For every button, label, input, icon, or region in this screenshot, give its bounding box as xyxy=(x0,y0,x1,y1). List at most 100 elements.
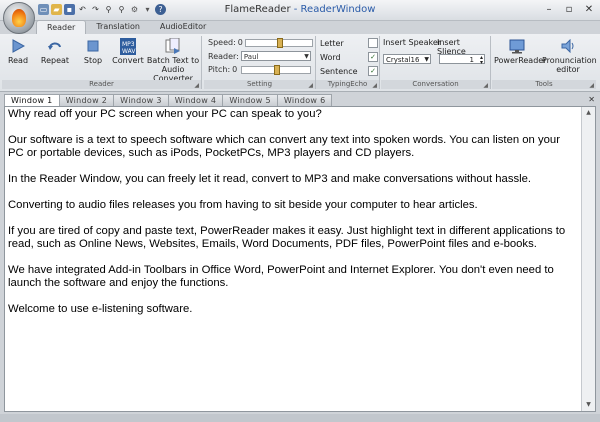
title-separator: - xyxy=(290,4,301,15)
powerreader-label: PowerReader xyxy=(494,56,547,65)
doc-tab-window-1[interactable]: Window 1 xyxy=(4,94,60,106)
word-label: Word xyxy=(320,52,341,62)
paragraph: Our software is a text to speech softwar… xyxy=(8,134,560,159)
speaker-select-value: Crystal16 xyxy=(386,56,420,64)
doc-tab-window-3[interactable]: Window 3 xyxy=(113,94,169,106)
repeat-label: Repeat xyxy=(40,56,70,65)
pitch-slider-thumb[interactable] xyxy=(274,64,281,75)
pitch-value: 0 xyxy=(232,65,238,74)
tools-group: PowerReader Pronunciation editor Tools ◢ xyxy=(492,36,597,90)
repeat-icon xyxy=(47,38,63,54)
reader-row: Reader: Paul ▼ xyxy=(208,51,311,61)
speed-label: Speed: xyxy=(208,38,236,47)
reader-select[interactable]: Paul ▼ xyxy=(240,51,311,61)
paragraph: We have integrated Add-in Toolbars in Of… xyxy=(8,264,554,289)
speed-row: Speed: 0 xyxy=(208,37,313,48)
sentence-option[interactable]: Sentence ✓ xyxy=(320,66,378,76)
insert-speaker-label: Insert Speaker xyxy=(383,38,442,47)
dialog-launcher-icon[interactable]: ◢ xyxy=(194,81,199,90)
reader-group: Read Repeat Stop MP3 WAV Convert Batch Te… xyxy=(2,36,202,89)
app-name: FlameReader xyxy=(224,4,291,15)
read-label: Read xyxy=(7,56,29,65)
pronunciation-editor-button[interactable]: Pronunciation editor xyxy=(542,36,597,74)
pronunciation-label-line2: editor xyxy=(556,65,580,74)
reader-group-title: Reader ◢ xyxy=(2,80,201,89)
batch-documents-icon xyxy=(165,38,181,54)
dialog-launcher-icon[interactable]: ◢ xyxy=(308,81,313,90)
mp3-wav-icon: MP3 WAV xyxy=(120,37,136,55)
speed-value: 0 xyxy=(237,38,243,47)
play-icon xyxy=(10,38,26,54)
setting-group: Speed: 0 Reader: Paul ▼ Pitch: 0 Setting… xyxy=(204,36,316,89)
letter-label: Letter xyxy=(320,38,344,48)
window-name: ReaderWindow xyxy=(300,4,376,15)
sentence-label: Sentence xyxy=(320,66,358,76)
paragraph: Why read off your PC screen when your PC… xyxy=(8,108,322,120)
ribbon: Read Repeat Stop MP3 WAV Convert Batch Te… xyxy=(0,34,600,92)
svg-text:WAV: WAV xyxy=(122,48,136,55)
speed-slider[interactable] xyxy=(244,37,313,48)
dialog-launcher-icon[interactable]: ◢ xyxy=(372,81,377,90)
pitch-row: Pitch: 0 xyxy=(208,64,312,75)
dialog-launcher-icon[interactable]: ◢ xyxy=(589,81,594,90)
stop-button[interactable]: Stop xyxy=(80,36,106,65)
powerreader-button[interactable]: PowerReader xyxy=(494,36,547,65)
chevron-down-icon: ▼ xyxy=(304,53,309,60)
repeat-button[interactable]: Repeat xyxy=(38,36,72,65)
close-icon[interactable]: ✕ xyxy=(582,3,596,16)
speaker-select[interactable]: Crystal16 ▼ xyxy=(383,54,431,64)
doc-tab-window-2[interactable]: Window 2 xyxy=(58,94,115,106)
conversation-group: Insert Speaker Insert Slience Crystal16 … xyxy=(381,36,491,89)
sentence-checkbox[interactable]: ✓ xyxy=(368,66,378,76)
scroll-up-icon[interactable]: ▲ xyxy=(582,107,595,119)
text-editor[interactable]: Why read off your PC screen when your PC… xyxy=(4,106,596,412)
document-text[interactable]: Why read off your PC screen when your PC… xyxy=(8,108,578,329)
monitor-icon xyxy=(509,38,525,54)
read-button[interactable]: Read xyxy=(4,36,32,65)
doc-tab-window-4[interactable]: Window 4 xyxy=(167,94,224,106)
tab-audioeditor[interactable]: AudioEditor xyxy=(150,20,216,34)
status-bar xyxy=(0,414,600,422)
word-checkbox[interactable]: ✓ xyxy=(368,52,378,62)
app-menu-button[interactable] xyxy=(3,2,35,34)
svg-text:MP3: MP3 xyxy=(122,41,135,48)
pitch-slider[interactable] xyxy=(241,64,312,75)
batch-label-line1: Batch Text to xyxy=(146,56,200,65)
doc-tab-window-6[interactable]: Window 6 xyxy=(276,94,333,106)
convert-button[interactable]: MP3 WAV Convert xyxy=(112,36,144,65)
vertical-scrollbar[interactable]: ▲ ▼ xyxy=(581,107,595,411)
maximize-icon[interactable]: ▫ xyxy=(562,3,576,16)
minimize-icon[interactable]: – xyxy=(542,3,556,16)
silence-value: 1 xyxy=(469,56,474,64)
doc-tab-window-5[interactable]: Window 5 xyxy=(222,94,278,106)
dialog-launcher-icon[interactable]: ◢ xyxy=(483,81,488,90)
close-tab-icon[interactable]: ✕ xyxy=(588,95,595,104)
tab-reader[interactable]: Reader xyxy=(36,20,87,35)
window-controls: – ▫ ✕ xyxy=(542,3,596,16)
letter-checkbox[interactable] xyxy=(368,38,378,48)
tab-translation[interactable]: Translation xyxy=(86,20,150,34)
chevron-down-icon: ▼ xyxy=(424,56,429,63)
stop-label: Stop xyxy=(83,56,103,65)
reader-label: Reader: xyxy=(208,51,239,61)
title-bar: ▭ ▰ ▪ ↶ ↷ ⚲ ⚲ ⚙ ▾ ? FlameReader - Reader… xyxy=(0,0,600,21)
window-title: FlameReader - ReaderWindow xyxy=(0,4,600,15)
word-option[interactable]: Word ✓ xyxy=(320,52,378,62)
flame-logo-icon xyxy=(12,9,26,27)
letter-option[interactable]: Letter xyxy=(320,38,378,48)
setting-group-title: Setting ◢ xyxy=(204,80,315,89)
speed-slider-thumb[interactable] xyxy=(276,37,283,48)
spin-arrows-icon[interactable]: ▴ ▾ xyxy=(480,55,483,66)
typing-echo-group: Letter Word ✓ Sentence ✓ TypingEcho ◢ xyxy=(316,36,380,89)
paragraph: In the Reader Window, you can freely let… xyxy=(8,173,532,185)
paragraph: If you are tired of copy and paste text,… xyxy=(8,225,566,250)
scroll-down-icon[interactable]: ▼ xyxy=(582,399,595,411)
pitch-label: Pitch: xyxy=(208,65,231,74)
pronunciation-label-line1: Pronunciation xyxy=(542,56,597,65)
typing-echo-group-title: TypingEcho ◢ xyxy=(316,80,379,89)
ribbon-tabs: Reader Translation AudioEditor xyxy=(36,20,216,35)
batch-converter-button[interactable]: Batch Text to Audio Converter xyxy=(144,36,202,83)
conversation-group-title: Conversation ◢ xyxy=(381,80,490,89)
silence-stepper[interactable]: 1 ▴ ▾ xyxy=(439,54,485,66)
stop-icon xyxy=(85,38,101,54)
